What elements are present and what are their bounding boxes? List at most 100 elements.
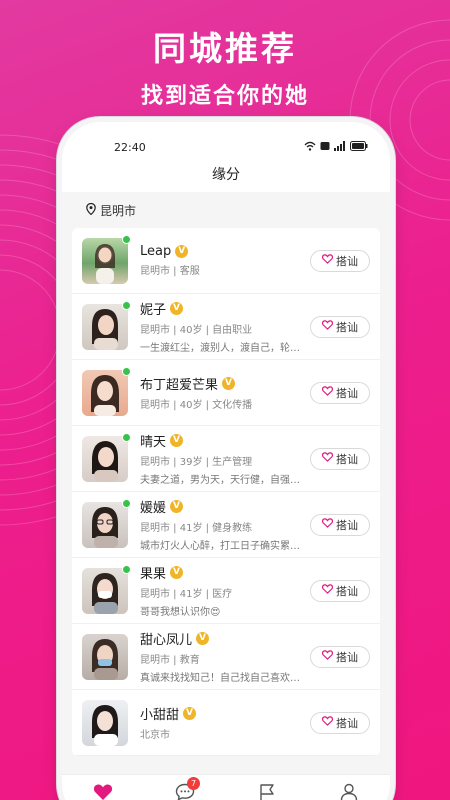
greet-label: 搭讪 [336,254,358,268]
phone-frame: 22:40 缘分 昆明市 Leap V 昆明市 | 客服 搭讪 妮子 V 昆明市… [62,122,390,800]
page-title: 缘分 [212,167,240,183]
heart-outline-icon [321,716,334,729]
heart-outline-icon [321,650,334,663]
heart-outline-icon [321,320,334,333]
avatar[interactable] [82,432,131,482]
verified-icon: V [170,566,184,579]
greet-label: 搭讪 [336,386,358,400]
greet-label: 搭讪 [336,716,358,730]
heart-outline-icon [321,452,334,465]
user-name: 果果 [140,567,167,582]
user-name: 布丁超爱芒果 [140,378,219,393]
greet-button[interactable]: 搭讪 [310,645,370,668]
avatar[interactable] [82,366,131,416]
user-name: 晴天 [140,435,167,450]
battery-icon [350,141,368,154]
verified-icon: V [222,377,236,390]
verified-icon: V [170,302,184,315]
heart-outline-icon [321,518,334,531]
user-meta: 昆明市 | 39岁 | 生产管理 [140,457,253,468]
hd-icon [320,141,330,154]
greet-label: 搭讪 [336,452,358,466]
avatar[interactable] [82,234,131,284]
main-content: 昆明市 Leap V 昆明市 | 客服 搭讪 妮子 V 昆明市 | 40岁 | … [62,192,390,774]
user-row[interactable]: 甜心凤儿 V 昆明市 | 教育 真诚来找找知己！自己找自己喜欢… 搭讪 [72,624,380,690]
user-name: 媛媛 [140,501,167,516]
avatar[interactable] [82,300,131,350]
location-pin-icon [86,202,96,218]
person-icon [339,782,359,800]
user-row[interactable]: 小甜甜 V 北京市 搭讪 [72,690,380,756]
verified-icon: V [196,632,210,645]
signal-icon [334,141,346,154]
user-name: Leap [140,244,172,259]
online-indicator [122,300,131,310]
online-indicator [122,432,131,442]
avatar[interactable] [82,699,128,746]
verified-icon: V [175,245,189,258]
user-bio: 城市灯火人心醉，打工日子确实累… [140,541,300,552]
greet-button[interactable]: 搭讪 [310,579,370,602]
flag-icon [257,782,277,800]
message-badge: 7 [187,777,200,790]
tab-fate[interactable]: 缘分 [62,775,144,800]
user-meta: 北京市 [140,730,170,741]
greet-label: 搭讪 [336,320,358,334]
user-meta: 昆明市 | 41岁 | 医疗 [140,589,233,600]
user-row[interactable]: Leap V 昆明市 | 客服 搭讪 [72,228,380,294]
avatar[interactable] [82,498,131,548]
promo-headline: 同城推荐 [153,29,297,68]
status-bar: 22:40 [62,122,390,158]
tab-profile[interactable]: 个人 [308,775,390,800]
online-indicator [122,366,131,376]
greet-button[interactable]: 搭讪 [310,711,370,734]
greet-button[interactable]: 搭讪 [310,381,370,404]
greet-label: 搭讪 [336,650,358,664]
greet-button[interactable]: 搭讪 [310,513,370,536]
greet-label: 搭讪 [336,584,358,598]
user-row[interactable]: 媛媛 V 昆明市 | 41岁 | 健身教练 城市灯火人心醉，打工日子确实累… 搭… [72,492,380,558]
user-row[interactable]: 晴天 V 昆明市 | 39岁 | 生产管理 夫妻之道，男为天，天行健，自强… 搭… [72,426,380,492]
user-name: 小甜甜 [140,708,180,723]
heart-outline-icon [321,584,334,597]
user-name: 甜心凤儿 [140,633,193,648]
verified-icon: V [170,434,184,447]
tab-messages[interactable]: 7 消息 [144,775,226,800]
greet-button[interactable]: 搭讪 [310,447,370,470]
avatar[interactable] [82,633,128,680]
user-meta: 昆明市 | 41岁 | 健身教练 [140,523,253,534]
heart-outline-icon [321,254,334,267]
location-city: 昆明市 [100,203,137,218]
status-time: 22:40 [114,141,146,154]
user-list: Leap V 昆明市 | 客服 搭讪 妮子 V 昆明市 | 40岁 | 自由职业… [72,228,380,756]
user-meta: 昆明市 | 40岁 | 自由职业 [140,325,253,336]
online-indicator [122,564,131,574]
verified-icon: V [170,500,184,513]
user-row[interactable]: 布丁超爱芒果 V 昆明市 | 40岁 | 文化传播 搭讪 [72,360,380,426]
online-indicator [122,234,131,244]
user-row[interactable]: 果果 V 昆明市 | 41岁 | 医疗 哥哥我想认识你😍 搭讪 [72,558,380,624]
user-bio: 夫妻之道，男为天，天行健，自强… [140,475,300,486]
tab-tasks[interactable]: 任务 [226,775,308,800]
bottom-tab-bar: 缘分 7 消息 任务 个人 [62,774,390,800]
greet-button[interactable]: 搭讪 [310,315,370,338]
user-row[interactable]: 妮子 V 昆明市 | 40岁 | 自由职业 一生渡红尘，渡别人，渡自己，轮… 搭… [72,294,380,360]
online-indicator [122,498,131,508]
location-selector[interactable]: 昆明市 [72,192,380,228]
wifi-icon [304,141,316,154]
greet-button[interactable]: 搭讪 [310,249,370,272]
user-meta: 昆明市 | 教育 [140,655,200,666]
user-bio: 一生渡红尘，渡别人，渡自己，轮… [140,343,300,354]
user-bio: 哥哥我想认识你😍 [140,607,221,618]
verified-icon: V [183,707,197,720]
user-name: 妮子 [140,303,167,318]
greet-label: 搭讪 [336,518,358,532]
chat-icon: 7 [175,777,200,800]
user-bio: 真诚来找找知己！自己找自己喜欢… [140,673,300,684]
user-meta: 昆明市 | 客服 [140,266,200,277]
promo-subline: 找到适合你的她 [140,84,309,109]
avatar[interactable] [82,564,131,614]
user-meta: 昆明市 | 40岁 | 文化传播 [140,400,253,411]
heart-icon [93,782,113,800]
heart-outline-icon [321,386,334,399]
